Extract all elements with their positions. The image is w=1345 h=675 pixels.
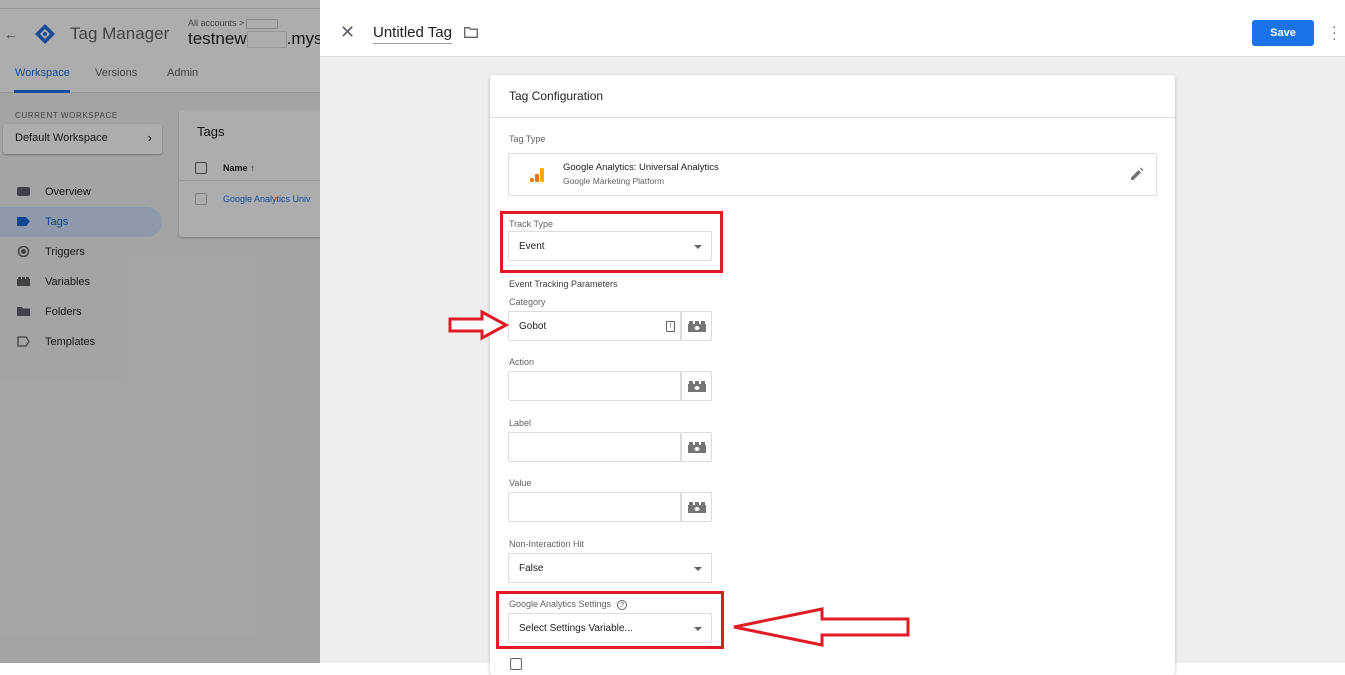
category-input[interactable]: Gobot ! <box>508 311 681 341</box>
label-input[interactable] <box>508 432 681 462</box>
value-variable-button[interactable] <box>681 492 712 522</box>
label-variable-button[interactable] <box>681 432 712 462</box>
tag-type-selector[interactable]: Google Analytics: Universal Analytics Go… <box>508 153 1157 196</box>
tag-name-input[interactable]: Untitled Tag <box>373 24 452 44</box>
variable-picker-icon <box>688 381 706 392</box>
action-label: Action <box>509 357 535 367</box>
tag-configuration-card: Tag Configuration Tag Type Google Analyt… <box>490 75 1175 675</box>
value-input[interactable] <box>508 492 681 522</box>
variable-picker-icon <box>688 502 706 513</box>
category-label: Category <box>509 297 546 307</box>
tag-type-vendor: Google Marketing Platform <box>563 176 665 186</box>
override-settings-checkbox[interactable] <box>510 658 522 670</box>
folder-icon[interactable] <box>464 27 478 38</box>
annotation-arrow-left-icon <box>733 607 910 647</box>
action-input[interactable] <box>508 371 681 401</box>
non-interaction-value: False <box>519 563 544 574</box>
edit-pencil-icon[interactable] <box>1130 167 1144 181</box>
annotation-box-track-type <box>500 211 723 273</box>
non-interaction-select[interactable]: False <box>508 553 712 583</box>
variable-picker-icon <box>688 442 706 453</box>
event-params-label: Event Tracking Parameters <box>509 279 618 289</box>
non-interaction-label: Non-Interaction Hit <box>509 539 585 549</box>
close-icon[interactable]: ✕ <box>340 22 355 43</box>
autofill-hint-icon: ! <box>666 321 675 332</box>
label-label: Label <box>509 418 532 428</box>
value-label: Value <box>509 478 532 488</box>
annotation-arrow-right-icon <box>448 309 510 341</box>
annotation-box-ga-settings <box>496 591 724 649</box>
more-options-icon[interactable]: · · · <box>1332 19 1337 45</box>
category-variable-button[interactable] <box>681 311 712 341</box>
variable-picker-icon <box>688 321 706 332</box>
card-divider <box>490 117 1175 118</box>
save-button[interactable]: Save <box>1252 20 1314 46</box>
panel-header: ✕ Untitled Tag Save · · · <box>320 9 1345 57</box>
tag-type-name: Google Analytics: Universal Analytics <box>563 162 719 173</box>
dropdown-arrow-icon <box>694 567 702 571</box>
tag-type-label: Tag Type <box>509 134 546 144</box>
browser-strip <box>320 0 1345 9</box>
google-analytics-icon <box>530 168 544 182</box>
tag-configuration-title: Tag Configuration <box>509 89 604 103</box>
action-variable-button[interactable] <box>681 371 712 401</box>
category-value: Gobot <box>519 321 547 332</box>
